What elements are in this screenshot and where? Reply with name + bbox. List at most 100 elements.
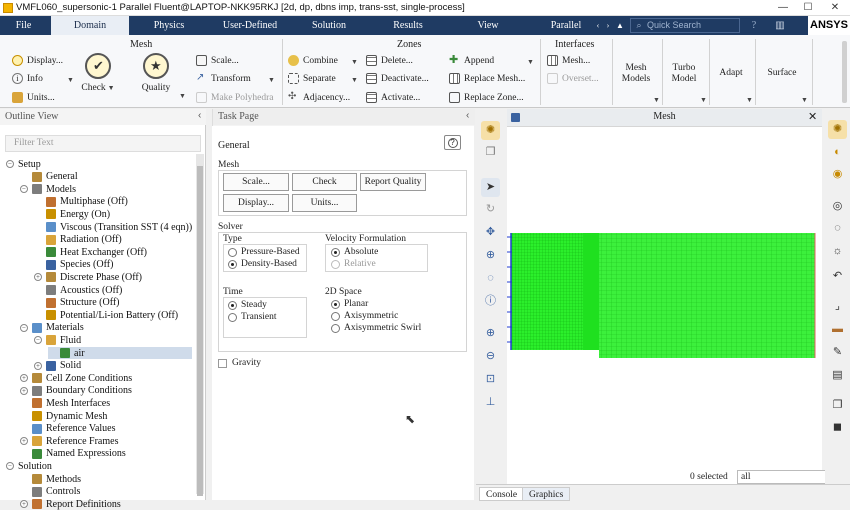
mesh-graphics-window[interactable]: Mesh ✕ 0 selected all ▼	[507, 109, 847, 487]
tree-item-materials[interactable]: − Materials	[20, 322, 84, 334]
expand-icon[interactable]: +	[20, 500, 28, 509]
tree-item-solution[interactable]: − Solution	[6, 460, 52, 472]
info-dropdown-icon[interactable]: ▼	[67, 77, 74, 84]
expand-icon[interactable]: +	[20, 374, 28, 383]
expand-icon[interactable]: +	[34, 361, 42, 370]
tab-results[interactable]: Results	[369, 16, 447, 35]
density-based-radio[interactable]: Density-Based	[228, 259, 297, 269]
gravity-checkbox[interactable]: Gravity	[218, 358, 261, 368]
collapse-icon[interactable]: −	[34, 336, 42, 345]
copy-view-icon[interactable]: ❐	[481, 143, 500, 162]
display-options-icon[interactable]: ✺	[481, 121, 500, 140]
pan-icon[interactable]: ✥	[481, 223, 500, 242]
surface-icon[interactable]: ◉	[828, 165, 847, 184]
tab-console[interactable]: Console	[479, 487, 525, 501]
mesh-transform-button[interactable]: ↗ Transform	[196, 73, 251, 84]
pointer-select-icon[interactable]: ➤	[481, 178, 500, 197]
tab-domain[interactable]: Domain	[51, 16, 129, 35]
axisymmetric-swirl-radio[interactable]: Axisymmetric Swirl	[331, 323, 421, 333]
record-icon[interactable]: ◼	[828, 418, 847, 437]
units-button[interactable]: Units...	[292, 194, 357, 212]
bookshelf-icon[interactable]: ▥	[773, 16, 787, 35]
check-button[interactable]: Check	[292, 173, 357, 191]
zones-adjacency-button[interactable]: ✣ Adjacency...	[288, 92, 350, 103]
expand-icon[interactable]: +	[20, 437, 28, 446]
relative-radio[interactable]: Relative	[331, 259, 376, 269]
rotate-icon[interactable]: ↻	[481, 200, 500, 219]
tree-item-cell-zone-conditions[interactable]: + Cell Zone Conditions	[20, 372, 132, 384]
layout-icon[interactable]: ▤	[828, 366, 847, 385]
mesh-info-button[interactable]: i Info	[12, 73, 43, 84]
axisymmetric-radio[interactable]: Axisymmetric	[331, 311, 398, 321]
lights-icon[interactable]: ☼	[828, 242, 847, 261]
report-quality-button[interactable]: Report Quality	[360, 173, 426, 191]
expand-icon[interactable]: +	[20, 386, 28, 395]
zones-combine-button[interactable]: Combine	[288, 55, 338, 66]
tree-item-viscous-transition-sst-4-eqn[interactable]: Viscous (Transition SST (4 eqn))	[34, 221, 192, 233]
hide-icon[interactable]: ◌	[828, 219, 847, 238]
collapse-icon[interactable]: −	[20, 323, 28, 332]
probe-info-icon[interactable]: ⓘ	[481, 292, 500, 311]
zoom-box-icon[interactable]: ◌	[481, 269, 500, 288]
steady-radio[interactable]: Steady	[228, 300, 267, 310]
display-button[interactable]: Display...	[223, 194, 289, 212]
annotate-icon[interactable]: ✎	[828, 343, 847, 362]
tree-item-multiphase-off[interactable]: Multiphase (Off)	[34, 196, 128, 208]
mesh-models-dropdown-icon[interactable]: ▼	[653, 97, 660, 104]
quality-dropdown-icon[interactable]: ▼	[179, 93, 186, 100]
tree-item-air[interactable]: air	[48, 347, 192, 359]
tree-item-controls[interactable]: Controls	[20, 486, 80, 498]
tree-item-models[interactable]: − Models	[20, 183, 76, 195]
collapse-icon[interactable]: −	[20, 185, 28, 194]
tree-item-radiation-off[interactable]: Radiation (Off)	[34, 234, 122, 246]
tree-item-solid[interactable]: + Solid	[34, 360, 81, 372]
view-eye-icon[interactable]: ◎	[828, 197, 847, 216]
collapse-taskpage-icon[interactable]: ‹	[466, 110, 469, 121]
maximize-button[interactable]: ☐	[795, 0, 821, 16]
tab-solution[interactable]: Solution	[290, 16, 368, 35]
expand-icon[interactable]: +	[34, 273, 42, 282]
tab-graphics[interactable]: Graphics	[522, 487, 571, 501]
mesh-check-button[interactable]: ✔ Check ▼	[80, 53, 116, 93]
mesh-models-button[interactable]: Mesh Models	[616, 63, 656, 85]
shade-icon[interactable]: ◐	[828, 143, 847, 162]
tree-item-setup[interactable]: − Setup	[6, 158, 41, 170]
help-icon[interactable]: ?	[747, 16, 761, 35]
transform-dropdown-icon[interactable]: ▼	[268, 77, 275, 84]
page-icon[interactable]: ❐	[828, 396, 847, 415]
zoom-in-icon[interactable]: ⊕	[481, 324, 500, 343]
tab-scroll-left-icon[interactable]: ‹	[593, 16, 603, 35]
tree-item-energy-on[interactable]: Energy (On)	[34, 208, 110, 220]
combine-dropdown-icon[interactable]: ▼	[351, 59, 358, 66]
surface-dropdown-icon[interactable]: ▼	[801, 97, 808, 104]
mesh-canvas[interactable]	[507, 127, 822, 487]
turbo-model-dropdown-icon[interactable]: ▼	[700, 97, 707, 104]
zones-delete-button[interactable]: Delete...	[366, 55, 413, 66]
zones-separate-button[interactable]: Separate	[288, 73, 336, 84]
zones-activate-button[interactable]: Activate...	[366, 92, 420, 103]
absolute-radio[interactable]: Absolute	[331, 247, 378, 257]
replace-zone-button[interactable]: Replace Zone...	[449, 92, 524, 103]
plot-icon[interactable]: ⌟	[828, 297, 847, 316]
transient-radio[interactable]: Transient	[228, 312, 277, 322]
outline-scroll-thumb[interactable]	[197, 166, 203, 496]
collapse-ribbon-icon[interactable]: ▲	[614, 16, 626, 35]
tab-physics[interactable]: Physics	[130, 16, 208, 35]
fit-view-icon[interactable]: ⊡	[481, 370, 500, 389]
zoom-icon[interactable]: ⊕	[481, 246, 500, 265]
adapt-button[interactable]: Adapt	[711, 68, 751, 78]
collapse-icon[interactable]: −	[6, 160, 14, 168]
tab-parallel[interactable]: Parallel	[540, 16, 592, 35]
tree-item-named-expressions[interactable]: Named Expressions	[20, 448, 126, 460]
outline-scrollbar[interactable]	[196, 154, 204, 496]
interfaces-overset-button[interactable]: Overset...	[547, 73, 599, 84]
tree-item-potential-li-ion-battery-off[interactable]: Potential/Li-ion Battery (Off)	[34, 309, 178, 321]
tree-item-fluid[interactable]: − Fluid	[34, 334, 81, 346]
tree-item-acoustics-off[interactable]: Acoustics (Off)	[34, 284, 122, 296]
collapse-icon[interactable]: −	[6, 462, 14, 471]
surface-button[interactable]: Surface	[758, 68, 806, 78]
mesh-quality-button[interactable]: ★ Quality	[136, 53, 176, 93]
pressure-based-radio[interactable]: Pressure-Based	[228, 247, 300, 257]
tab-view[interactable]: View	[449, 16, 527, 35]
tree-item-boundary-conditions[interactable]: + Boundary Conditions	[20, 385, 132, 397]
